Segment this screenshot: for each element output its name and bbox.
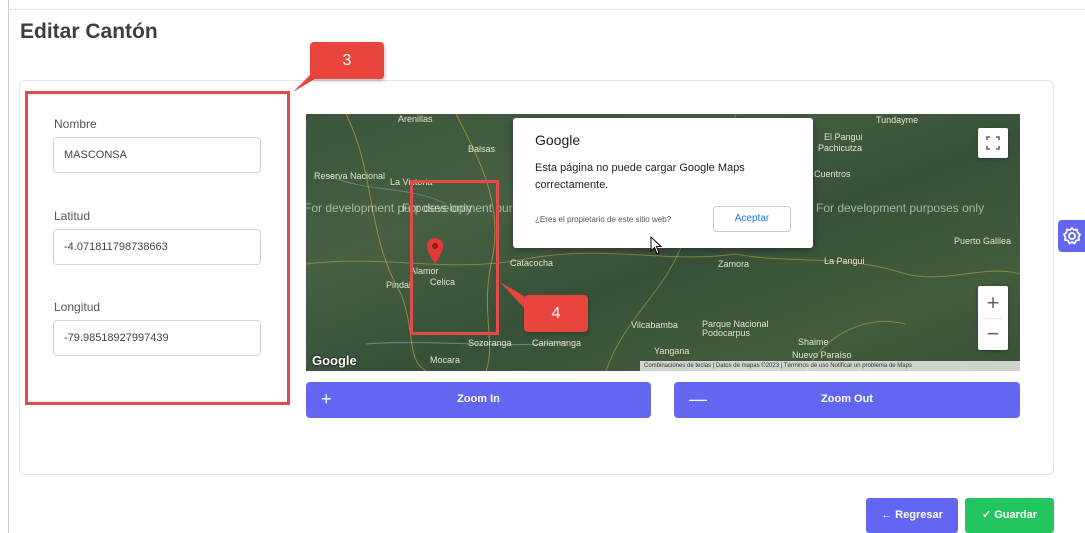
map-zoom-in-button[interactable]: +	[978, 288, 1008, 318]
map-label: Cuentros	[814, 169, 851, 179]
map-label: Tundayme	[876, 115, 919, 125]
regresar-button[interactable]: ← Regresar	[866, 498, 958, 533]
map-label: Sozoranga	[468, 338, 512, 348]
guardar-button[interactable]: ✓ Guardar	[965, 498, 1054, 533]
gear-icon	[1062, 226, 1082, 245]
map-attribution[interactable]: Combinaciones de teclas | Datos de mapas…	[640, 361, 1020, 371]
map-label: Nuevo Paraíso	[792, 350, 852, 360]
map-label: Catacocha	[510, 258, 554, 268]
map-label: El Pangui	[824, 132, 863, 142]
dialog-message: Esta página no puede cargar Google Maps …	[535, 162, 745, 191]
dialog-title: Google	[535, 132, 581, 148]
callout-4: 4	[524, 295, 588, 332]
map-label: Pindal	[386, 280, 412, 290]
fullscreen-icon	[986, 136, 1000, 150]
map-zoom-control: + −	[978, 286, 1008, 350]
zoom-in-label: Zoom In	[457, 393, 500, 405]
map-label: Puerto Galilea	[954, 236, 1012, 246]
map-label: Pachicutza	[818, 143, 863, 153]
map-label: Zamora	[718, 259, 750, 269]
map-label: Vilcabamba	[631, 320, 678, 330]
dialog-question: ¿Eres el propietario de este sitio web?	[535, 215, 672, 224]
page-title: Editar Cantón	[20, 20, 158, 43]
annotation-box-map	[410, 180, 499, 335]
window-border-left	[8, 0, 9, 533]
zoom-in-button[interactable]: + Zoom In	[306, 382, 651, 418]
fullscreen-button[interactable]	[978, 128, 1008, 158]
window-border-top	[8, 9, 1085, 10]
map-label: Mocara	[430, 355, 461, 365]
settings-button[interactable]	[1058, 220, 1085, 252]
callout-3: 3	[310, 42, 384, 79]
cursor-icon	[650, 236, 663, 255]
zoom-out-label: Zoom Out	[821, 393, 873, 405]
google-logo: Google	[312, 353, 357, 368]
map-label: La Pangui	[824, 256, 865, 266]
map-label: Parque Nacional Podocarpus	[702, 319, 769, 338]
maps-error-dialog: Google Esta página no puede cargar Googl…	[513, 118, 813, 248]
map-label: Yangana	[654, 346, 690, 356]
map-label: Balsas	[468, 144, 496, 154]
zoom-out-button[interactable]: — Zoom Out	[674, 382, 1020, 418]
map-zoom-out-button[interactable]: −	[978, 319, 1008, 349]
map-label: Reserva Nacional	[314, 171, 386, 181]
map-label: Cariamanga	[532, 338, 582, 348]
map-label: Shaime	[798, 337, 829, 347]
aceptar-button[interactable]: Aceptar	[713, 206, 791, 232]
map-watermark: For development purposes only	[816, 201, 985, 215]
annotation-box-form	[25, 91, 290, 405]
